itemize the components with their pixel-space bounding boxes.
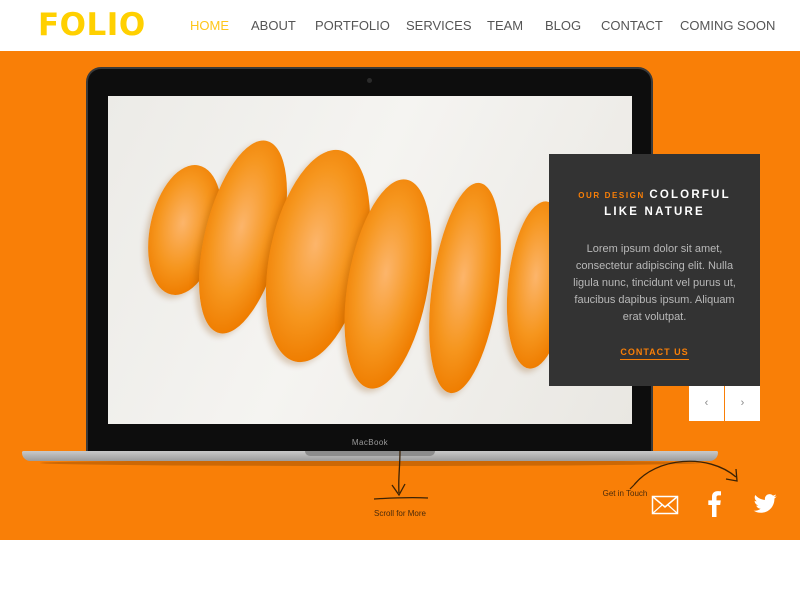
- slider-prev-button[interactable]: ‹: [689, 386, 724, 421]
- get-in-touch-label: Get in Touch: [602, 489, 648, 498]
- laptop-label: MacBook: [351, 438, 389, 447]
- scroll-for-more-label[interactable]: Scroll for More: [360, 509, 440, 518]
- hero-section: MacBook OUR DESIGN COLORFUL LIKE NATURE …: [0, 51, 800, 540]
- curved-arrow-icon: [629, 460, 738, 490]
- nav-item-about[interactable]: ABOUT: [251, 18, 296, 33]
- contact-us-link[interactable]: CONTACT US: [620, 347, 689, 360]
- main-nav: HOME ABOUT PORTFOLIO SERVICES TEAM BLOG …: [0, 18, 800, 34]
- card-eyebrow: OUR DESIGN: [578, 191, 645, 200]
- orange-slice: [417, 178, 513, 398]
- nav-item-services[interactable]: SERVICES: [406, 18, 472, 33]
- mail-icon[interactable]: [651, 495, 679, 515]
- laptop-camera: [367, 78, 372, 83]
- twitter-icon[interactable]: [753, 494, 777, 514]
- nav-item-blog[interactable]: BLOG: [545, 18, 581, 33]
- nav-item-home[interactable]: HOME: [190, 18, 229, 33]
- card-headline: COLORFUL: [649, 189, 731, 201]
- slider-next-button[interactable]: ›: [725, 386, 760, 421]
- card-title: OUR DESIGN COLORFUL LIKE NATURE: [549, 186, 760, 220]
- nav-item-contact[interactable]: CONTACT: [601, 18, 663, 33]
- feature-card: OUR DESIGN COLORFUL LIKE NATURE Lorem ip…: [549, 154, 760, 386]
- contact-us-link-wrap: CONTACT US: [549, 342, 760, 360]
- scroll-down-arrow-icon: [373, 450, 429, 500]
- card-headline-line-2: LIKE NATURE: [604, 206, 705, 218]
- card-body-text: Lorem ipsum dolor sit amet, consectetur …: [573, 243, 736, 323]
- navbar: FOLIO HOME ABOUT PORTFOLIO SERVICES TEAM…: [0, 0, 800, 51]
- nav-item-portfolio[interactable]: PORTFOLIO: [315, 18, 390, 33]
- nav-item-team[interactable]: TEAM: [487, 18, 523, 33]
- facebook-icon[interactable]: [706, 491, 722, 517]
- nav-item-coming-soon[interactable]: COMING SOON: [680, 18, 775, 33]
